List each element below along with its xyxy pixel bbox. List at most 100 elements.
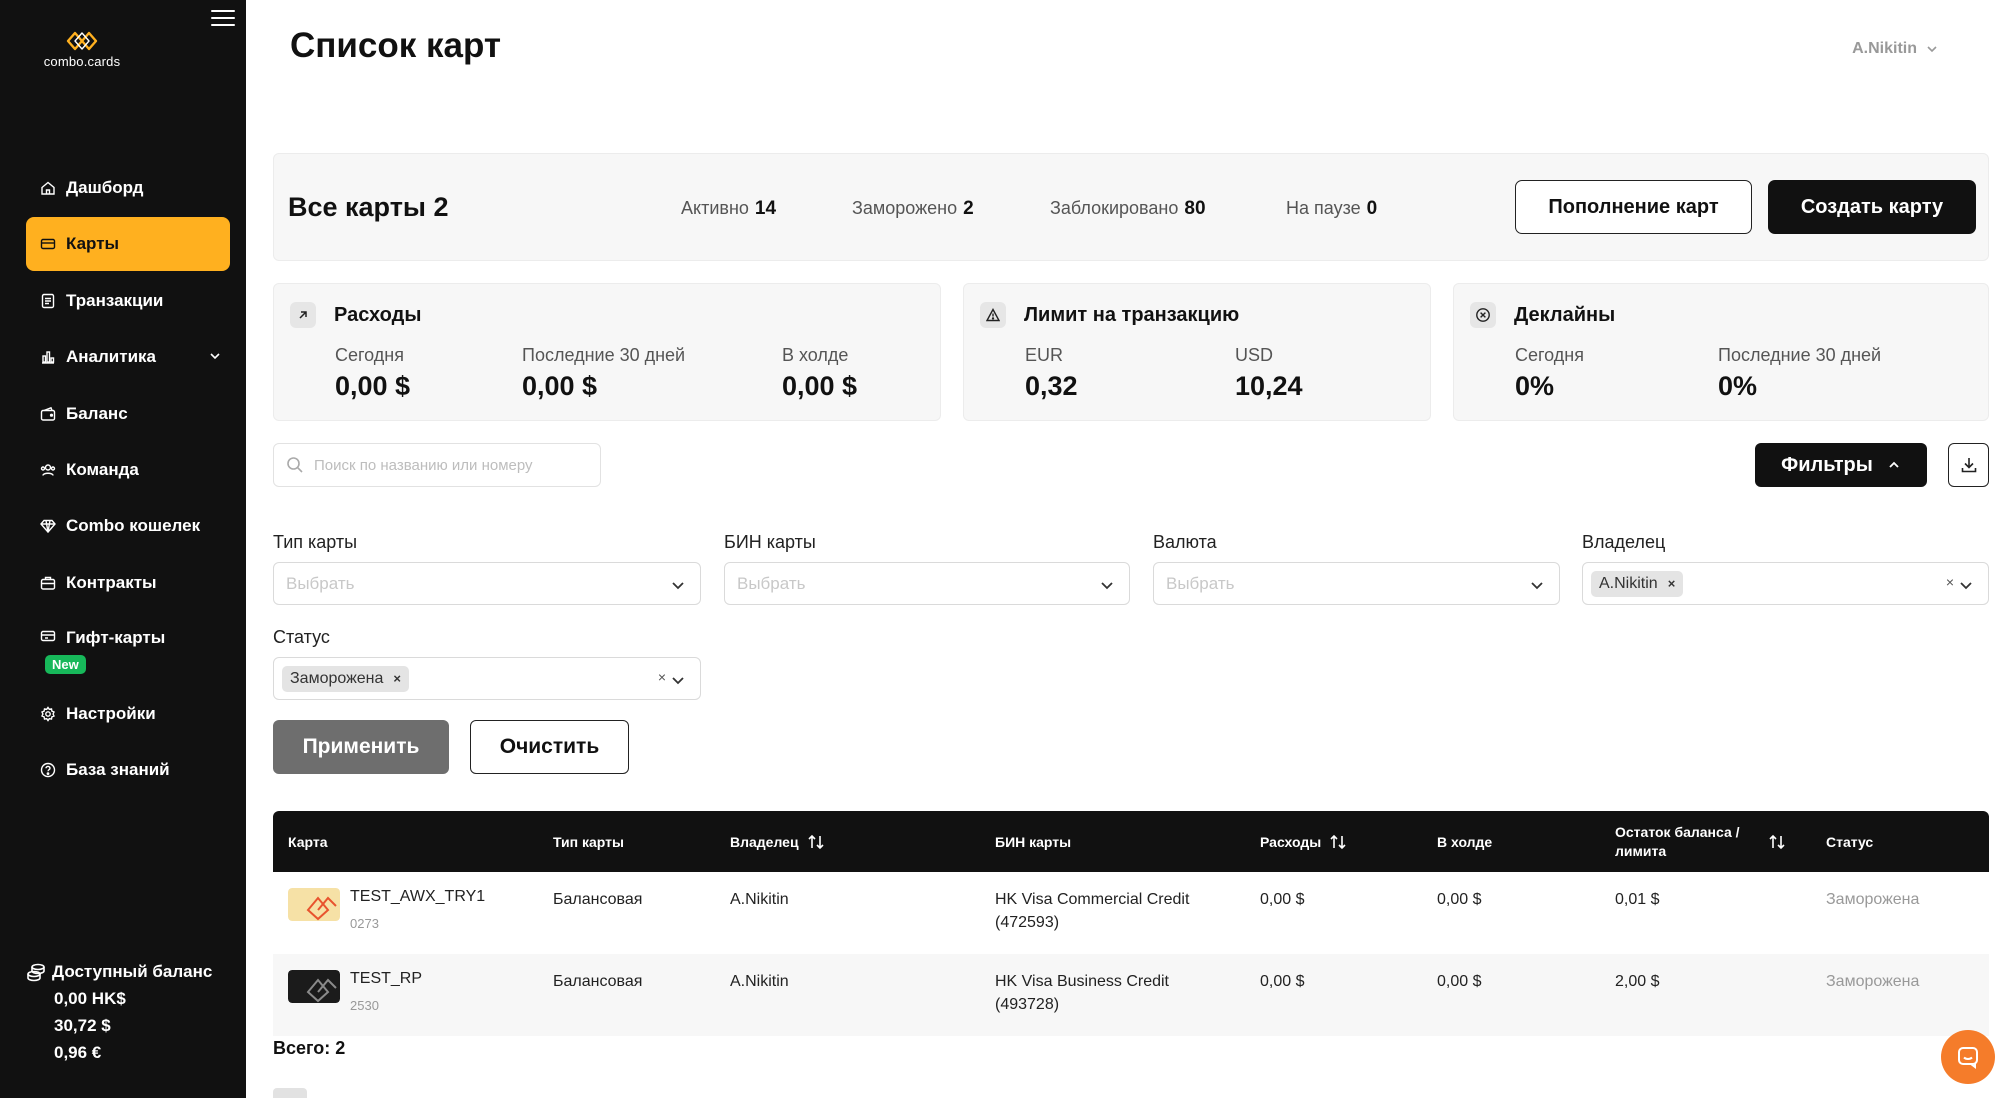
filter-currency-select[interactable]: Выбрать xyxy=(1153,562,1560,605)
transaction-limit-card: Лимит на транзакцию EUR 0,32 USD 10,24 xyxy=(963,283,1431,421)
card-number: 0273 xyxy=(350,916,379,931)
sidebar-item-balance[interactable]: Баланс xyxy=(26,387,230,441)
sidebar-item-label: Транзакции xyxy=(66,290,164,310)
user-name: A.Nikitin xyxy=(1852,40,1917,57)
clear-select-icon[interactable]: × xyxy=(658,669,666,685)
sidebar-item-label: Баланс xyxy=(66,403,128,423)
table-row[interactable]: TEST_RP 2530 Балансовая A.Nikitin HK Vis… xyxy=(273,954,1989,1036)
menu-toggle-icon[interactable] xyxy=(211,8,235,28)
filter-status-label: Статус xyxy=(273,627,330,647)
column-balance: Остаток баланса / лимита xyxy=(1615,823,1740,859)
filters-button[interactable]: Фильтры xyxy=(1755,443,1927,487)
coins-icon xyxy=(27,963,45,982)
create-card-button[interactable]: Создать карту xyxy=(1768,180,1976,234)
cell-hold: 0,00 $ xyxy=(1437,973,1482,990)
cell-bin: HK Visa Commercial Credit (472593) xyxy=(995,891,1190,931)
support-chat-button[interactable] xyxy=(1941,1030,1995,1084)
sidebar-item-label: Команда xyxy=(66,459,139,479)
cards-table: Карта Тип карты Владелец БИН карты Расхо… xyxy=(273,811,1989,1036)
expenses-card: Расходы Сегодня 0,00 $ Последние 30 дней… xyxy=(273,283,941,421)
filter-bin-select[interactable]: Выбрать xyxy=(724,562,1130,605)
briefcase-icon xyxy=(40,575,56,591)
sidebar-item-label: Настройки xyxy=(66,703,156,723)
sidebar-item-label: Дашборд xyxy=(66,178,144,197)
card-name: TEST_AWX_TRY1 xyxy=(350,888,486,905)
wallet-icon xyxy=(40,406,56,422)
metric-value: 0% xyxy=(1718,371,1758,401)
metric-value: 0,32 xyxy=(1025,371,1078,401)
sidebar-item-label: Контракты xyxy=(66,572,157,592)
brand-logo[interactable]: combo.cards xyxy=(40,30,124,69)
metric-value: 0,00 $ xyxy=(782,371,858,401)
metric-value: 10,24 xyxy=(1235,371,1303,401)
metric-value: 0% xyxy=(1515,371,1555,401)
column-expenses[interactable]: Расходы xyxy=(1260,811,1347,872)
all-cards-count: Все карты 2 xyxy=(288,192,449,222)
page-title: Список карт xyxy=(290,26,502,65)
sort-icon[interactable] xyxy=(1768,811,1786,872)
cell-expenses: 0,00 $ xyxy=(1260,973,1305,990)
sidebar: combo.cards Дашборд Карты Транзакции Ана… xyxy=(0,0,246,1098)
filter-owner-select[interactable]: A.Nikitin × × xyxy=(1582,562,1989,605)
warning-icon xyxy=(980,302,1006,328)
combo-logo-icon xyxy=(66,31,98,51)
filter-owner-label: Владелец xyxy=(1582,532,1666,552)
chevron-down-icon xyxy=(1927,46,1937,53)
card-icon xyxy=(40,236,56,252)
filter-status-select[interactable]: Заморожена × × xyxy=(273,657,701,700)
balance-usd: 30,72 $ xyxy=(54,1016,111,1035)
column-status: Статус xyxy=(1826,833,1874,850)
column-bin: БИН карты xyxy=(995,833,1072,850)
sidebar-item-gift-cards[interactable]: Гифт-карты New xyxy=(26,612,230,684)
sidebar-item-combo-wallet[interactable]: Combo кошелек xyxy=(26,499,230,553)
sidebar-item-team[interactable]: Команда xyxy=(26,443,230,497)
clear-select-icon[interactable]: × xyxy=(1946,574,1954,590)
sidebar-item-knowledge-base[interactable]: База знаний xyxy=(26,743,230,797)
chevron-down-icon xyxy=(1531,582,1543,590)
filter-currency-label: Валюта xyxy=(1153,532,1217,552)
stat-blocked: Заблокировано 80 xyxy=(1050,198,1206,219)
sidebar-item-analytics[interactable]: Аналитика xyxy=(26,330,230,384)
sidebar-item-settings[interactable]: Настройки xyxy=(26,687,230,741)
chevron-down-icon xyxy=(672,582,684,590)
help-icon xyxy=(40,762,56,778)
scrollbar-thumb[interactable] xyxy=(273,1088,307,1098)
diamond-icon xyxy=(40,518,56,534)
arrow-up-right-icon xyxy=(290,302,316,328)
metric-label: Сегодня xyxy=(1515,345,1584,365)
apply-filters-button[interactable]: Применить xyxy=(273,720,449,774)
column-owner[interactable]: Владелец xyxy=(730,811,825,872)
sort-icon[interactable] xyxy=(1329,833,1347,851)
filter-bin-label: БИН карты xyxy=(724,532,816,552)
download-button[interactable] xyxy=(1948,443,1989,487)
download-icon xyxy=(1961,458,1976,473)
sidebar-item-contracts[interactable]: Контракты xyxy=(26,556,230,610)
chevron-down-icon[interactable] xyxy=(208,349,222,363)
user-menu[interactable]: A.Nikitin xyxy=(1852,40,1939,58)
filter-type-select[interactable]: Выбрать xyxy=(273,562,701,605)
new-badge: New xyxy=(45,655,86,675)
stat-paused: На паузе 0 xyxy=(1286,198,1378,219)
card-number: 2530 xyxy=(350,998,379,1013)
table-row[interactable]: TEST_AWX_TRY1 0273 Балансовая A.Nikitin … xyxy=(273,872,1989,954)
cell-owner: A.Nikitin xyxy=(730,891,789,908)
available-balance: Доступный баланс 0,00 HK$ 30,72 $ 0,96 € xyxy=(26,962,236,1063)
metric-value: 0,00 $ xyxy=(335,371,411,401)
search-box[interactable] xyxy=(273,443,601,487)
sidebar-item-cards[interactable]: Карты xyxy=(26,217,230,272)
home-icon xyxy=(40,180,56,196)
gear-icon xyxy=(40,705,56,722)
cell-status: Заморожена xyxy=(1826,891,1920,908)
search-input[interactable] xyxy=(314,456,584,474)
sidebar-item-dashboard[interactable]: Дашборд xyxy=(26,161,230,215)
sidebar-item-label: Карты xyxy=(66,234,120,254)
chevron-up-icon xyxy=(1889,461,1899,468)
sort-icon[interactable] xyxy=(807,833,825,851)
topup-cards-button[interactable]: Пополнение карт xyxy=(1515,180,1752,234)
clear-filters-button[interactable]: Очистить xyxy=(470,720,629,774)
remove-tag-icon[interactable]: × xyxy=(1668,576,1676,591)
chevron-down-icon xyxy=(672,677,684,685)
gift-card-icon xyxy=(40,628,56,644)
sidebar-item-transactions[interactable]: Транзакции xyxy=(26,274,230,328)
remove-tag-icon[interactable]: × xyxy=(393,671,401,686)
